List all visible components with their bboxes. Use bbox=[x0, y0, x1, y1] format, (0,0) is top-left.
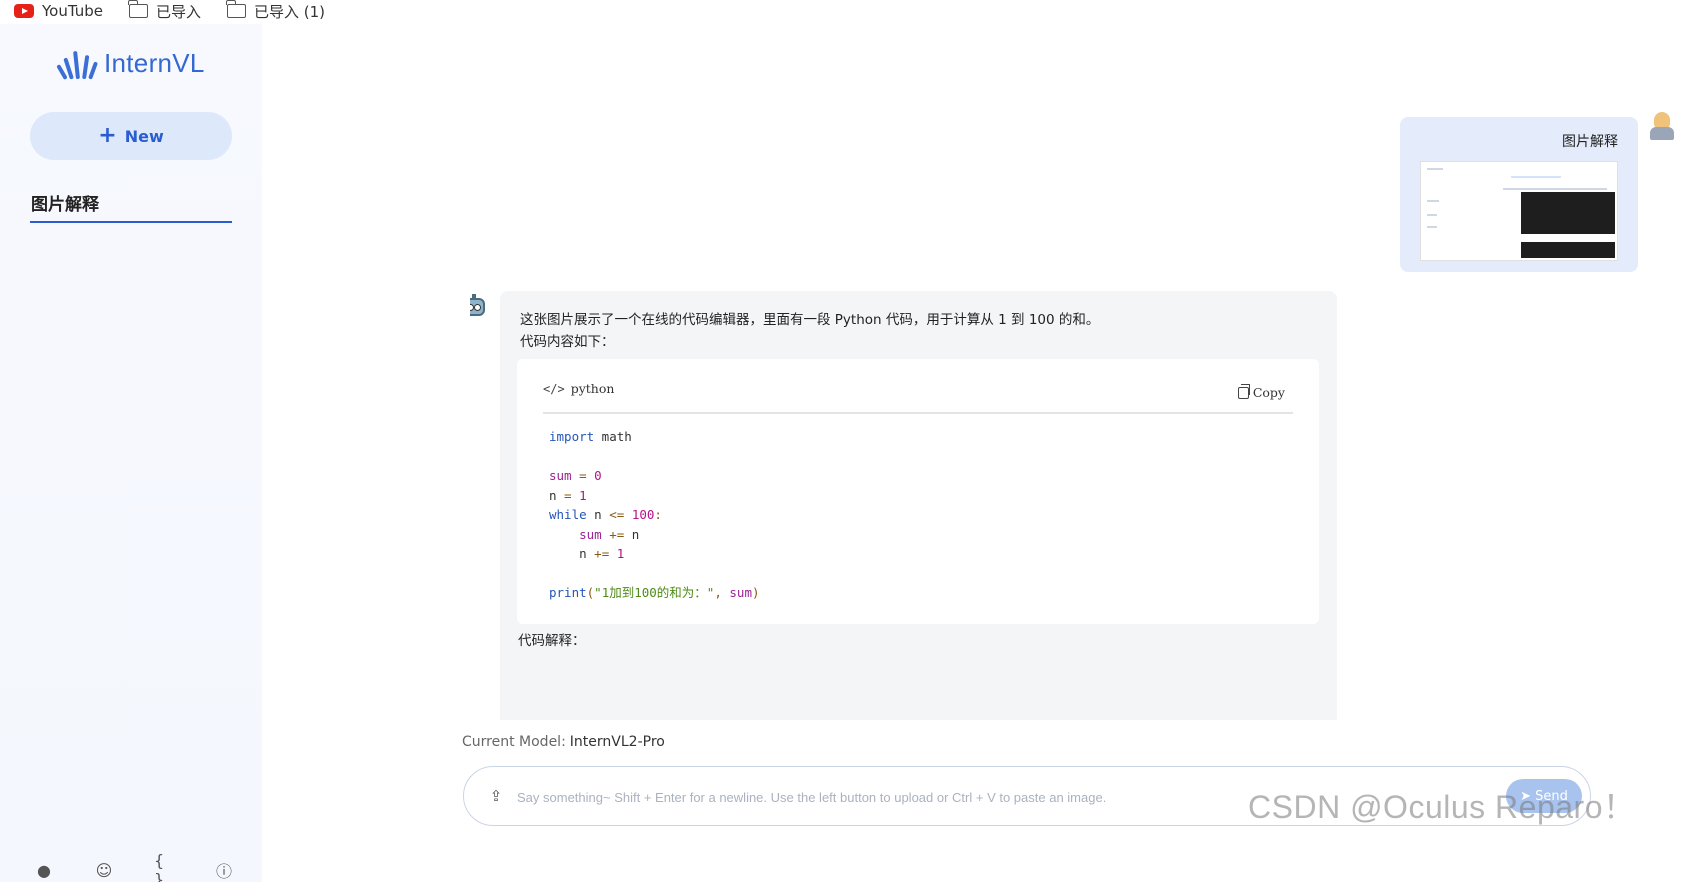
bookmark-folder-imported[interactable]: 已导入 bbox=[128, 0, 202, 22]
app-logo: InternVL bbox=[56, 48, 205, 80]
code-language: </> python bbox=[543, 381, 614, 396]
code-icon: </> bbox=[543, 381, 565, 396]
sidebar: InternVL + New 图片解释 ● ☺ { } ⓘ bbox=[0, 24, 262, 882]
current-model-value: InternVL2-Pro bbox=[569, 734, 665, 750]
conversation-item[interactable]: 图片解释 bbox=[30, 190, 232, 223]
code-line: import math bbox=[549, 429, 632, 444]
new-chat-button[interactable]: + New bbox=[30, 112, 232, 160]
code-content: import math sum = 0 n = 1 while n <= 100… bbox=[549, 427, 760, 603]
info-icon[interactable]: ⓘ bbox=[214, 860, 234, 881]
user-message-text: 图片解释 bbox=[1562, 134, 1618, 150]
uploaded-image-thumbnail[interactable] bbox=[1420, 161, 1618, 261]
bot-intro-line-2: 代码内容如下： bbox=[520, 334, 615, 350]
plus-icon: + bbox=[98, 123, 117, 148]
bookmarks-bar: YouTube 已导入 已导入 (1) bbox=[0, 0, 1700, 22]
code-line: n = 1 bbox=[549, 487, 587, 503]
bookmark-folder-imported-1[interactable]: 已导入 (1) bbox=[226, 0, 326, 22]
sidebar-tools: ● ☺ { } ⓘ bbox=[34, 851, 234, 882]
new-chat-label: New bbox=[124, 126, 164, 146]
code-line: while n <= 100: bbox=[549, 507, 662, 522]
csdn-watermark: CSDN @Oculus Reparo！ bbox=[1248, 789, 1636, 825]
upload-icon[interactable]: ⇪ bbox=[486, 786, 506, 806]
code-block-header: </> python Copy bbox=[543, 359, 1293, 414]
bookmark-youtube[interactable]: YouTube bbox=[14, 2, 103, 20]
code-line: sum = 0 bbox=[549, 468, 602, 483]
user-avatar bbox=[1648, 112, 1676, 140]
code-line: n += 1 bbox=[579, 546, 625, 561]
bot-message: 这张图片展示了一个在线的代码编辑器，里面有一段 Python 代码，用于计算从 … bbox=[500, 291, 1337, 720]
youtube-icon bbox=[14, 4, 34, 18]
code-line: print("1加到100的和为：", sum) bbox=[549, 585, 760, 600]
current-model: Current Model: InternVL2-Pro bbox=[462, 734, 665, 750]
github-icon[interactable]: ● bbox=[34, 860, 54, 880]
code-icon[interactable]: { } bbox=[154, 851, 174, 882]
bookmark-label: 已导入 bbox=[156, 2, 202, 21]
copy-code-button[interactable]: Copy bbox=[1237, 383, 1285, 400]
code-line: sum += n bbox=[579, 526, 640, 542]
bookmark-label: YouTube bbox=[42, 2, 103, 20]
explanation-heading: 代码解释： bbox=[518, 633, 586, 649]
code-language-label: python bbox=[570, 381, 615, 396]
copy-icon bbox=[1237, 383, 1250, 399]
bot-intro-line-1: 这张图片展示了一个在线的代码编辑器，里面有一段 Python 代码，用于计算从 … bbox=[520, 312, 1100, 328]
user-message: 图片解释 bbox=[1400, 117, 1638, 272]
current-model-label: Current Model: bbox=[462, 734, 566, 750]
copy-label: Copy bbox=[1252, 385, 1285, 400]
logo-text: InternVL bbox=[104, 48, 205, 78]
folder-icon bbox=[226, 0, 247, 18]
emoji-icon[interactable]: ☺ bbox=[94, 860, 114, 880]
internvl-logo-icon bbox=[56, 49, 99, 80]
bookmark-label: 已导入 (1) bbox=[254, 2, 326, 21]
folder-icon bbox=[128, 0, 148, 18]
code-block: </> python Copy import math sum = 0 n = … bbox=[517, 359, 1319, 624]
chat-area: 图片解释 这张图片展示了一个在线的代码编辑器，里面有一段 Python 代码，用… bbox=[470, 110, 1700, 720]
bot-avatar bbox=[470, 294, 488, 322]
